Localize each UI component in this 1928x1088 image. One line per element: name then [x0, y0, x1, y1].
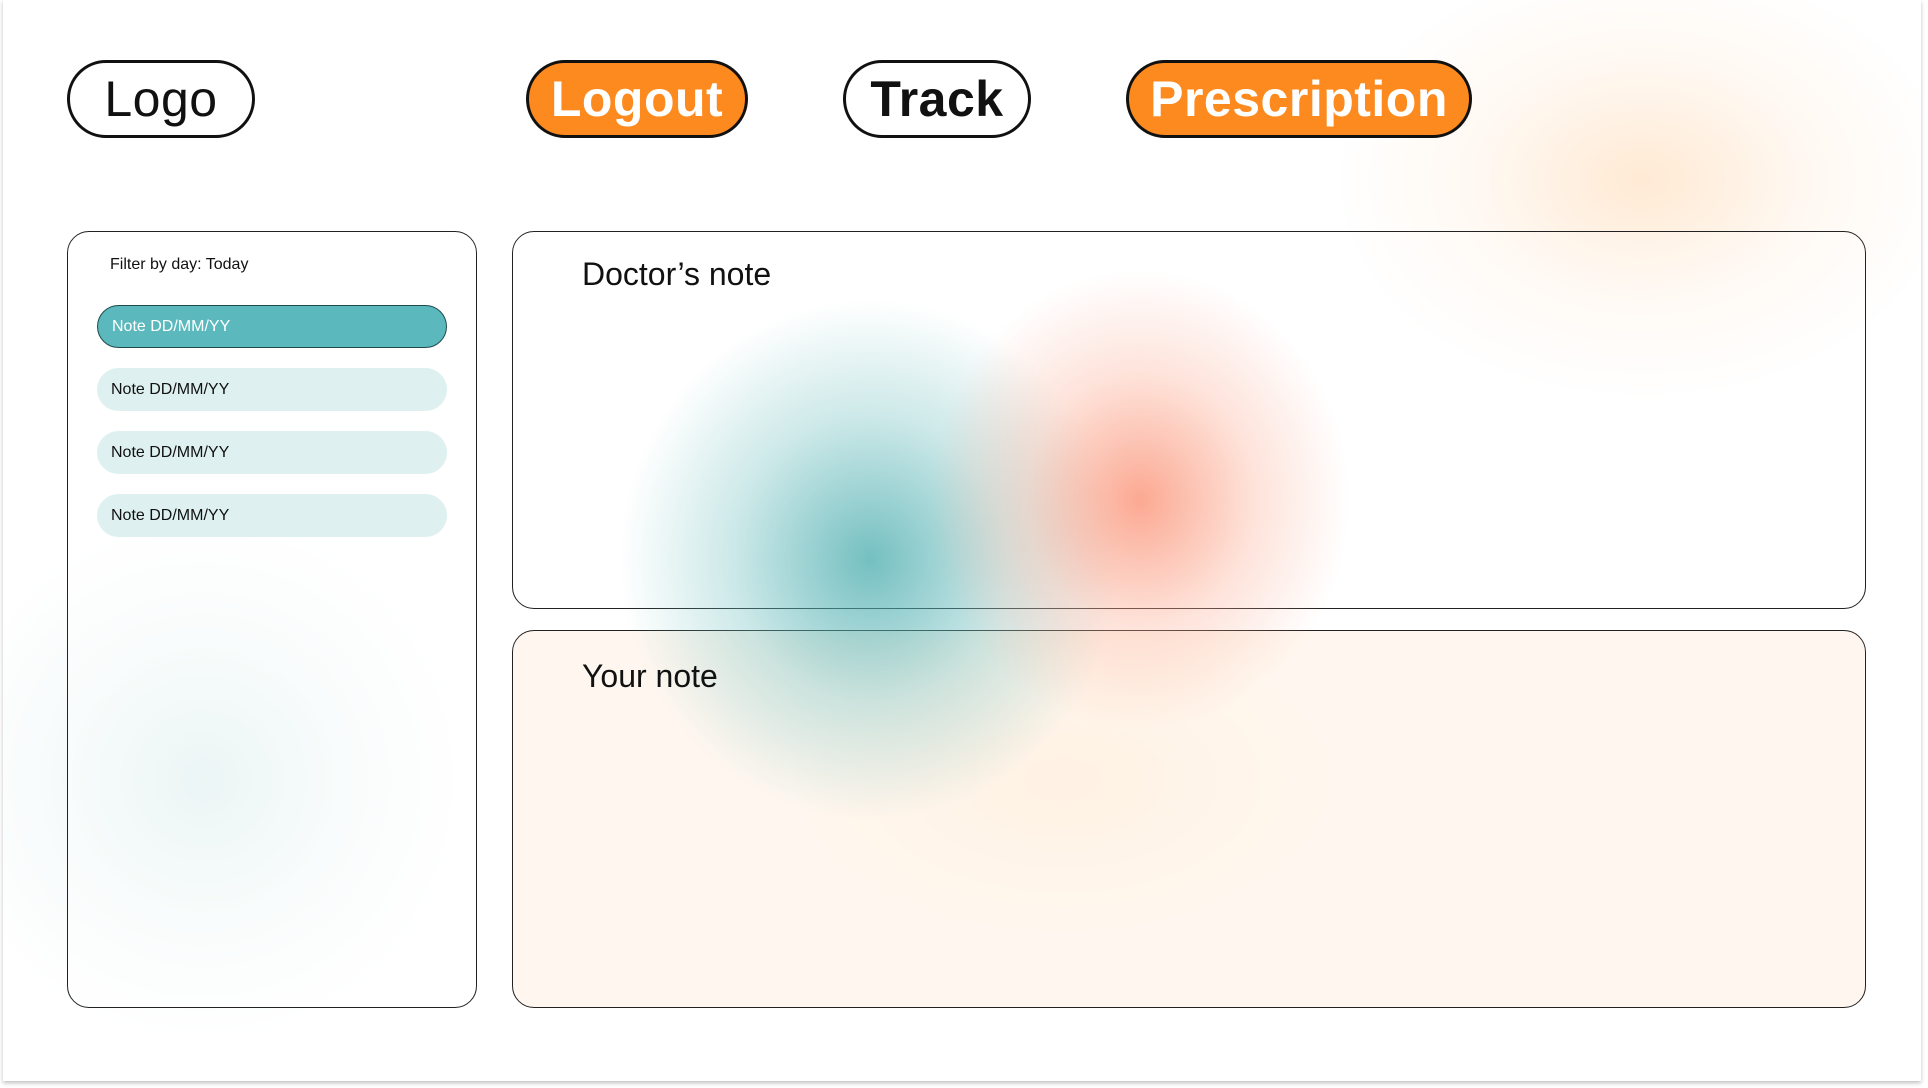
your-note-title: Your note [582, 658, 718, 694]
note-list-item[interactable]: Note DD/MM/YY [97, 494, 447, 537]
prescription-button[interactable]: Prescription [1126, 60, 1472, 138]
logo[interactable]: Logo [67, 60, 255, 138]
doctor-note-title: Doctor’s note [582, 256, 772, 292]
logout-button[interactable]: Logout [526, 60, 748, 138]
note-list-item[interactable]: Note DD/MM/YY [97, 368, 447, 411]
track-button[interactable]: Track [843, 60, 1031, 138]
note-list-item[interactable]: Note DD/MM/YY [97, 305, 447, 348]
note-list-item[interactable]: Note DD/MM/YY [97, 431, 447, 474]
filter-by-day[interactable]: Filter by day: Today [110, 256, 248, 274]
